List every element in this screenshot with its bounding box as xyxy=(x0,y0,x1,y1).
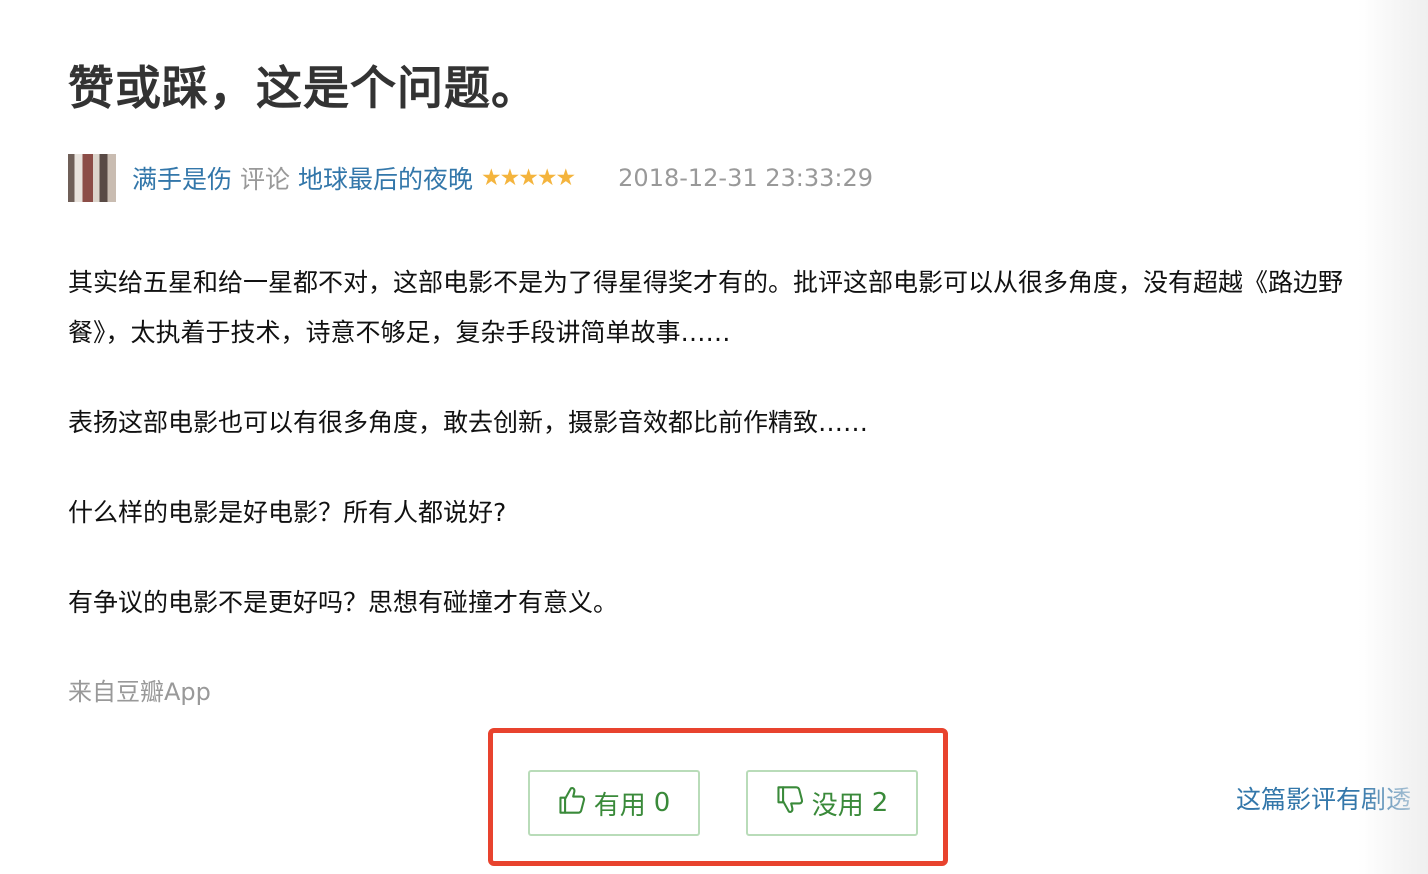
review-meta: 满手是伤 评论 地球最后的夜晚 ★★★★★ 2018-12-31 23:33:2… xyxy=(68,154,873,202)
thumbs-up-icon xyxy=(558,785,594,822)
review-paragraph: 什么样的电影是好电影？所有人都说好? xyxy=(68,498,507,527)
avatar[interactable] xyxy=(68,154,116,202)
thumbs-down-icon xyxy=(776,785,812,822)
review-paragraph: 有争议的电影不是更好吗？思想有碰撞才有意义。 xyxy=(68,588,619,617)
useless-count: 2 xyxy=(871,788,889,818)
movie-link[interactable]: 地球最后的夜晚 xyxy=(298,160,473,196)
review-title: 赞或踩，这是个问题。 xyxy=(68,61,538,115)
author-link[interactable]: 满手是伤 xyxy=(132,160,232,196)
review-paragraph: 其实给五星和给一星都不对，这部电影不是为了得星得奖才有的。批评这部电影可以从很多… xyxy=(68,268,1344,347)
useful-button[interactable]: 有用 0 xyxy=(528,770,700,836)
useful-label: 有用 xyxy=(593,790,646,821)
review-timestamp: 2018-12-31 23:33:29 xyxy=(618,164,874,192)
useful-count: 0 xyxy=(653,788,671,818)
rating-stars-icon: ★★★★★ xyxy=(481,165,576,191)
review-action-label: 评论 xyxy=(240,165,291,194)
review-source: 来自豆瓣App xyxy=(68,678,211,706)
useless-button[interactable]: 没用 2 xyxy=(746,770,918,836)
review-content: 其实给五星和给一星都不对，这部电影不是为了得星得奖才有的。批评这部电影可以从很多… xyxy=(68,258,1388,668)
useless-label: 没用 xyxy=(811,790,864,821)
review-page: 赞或踩，这是个问题。 满手是伤 评论 地球最后的夜晚 ★★★★★ 2018-12… xyxy=(0,0,1428,874)
spoiler-report-link[interactable]: 这篇影评有剧透 xyxy=(1236,780,1411,816)
review-paragraph: 表扬这部电影也可以有很多角度，敢去创新，摄影音效都比前作精致…… xyxy=(68,408,869,437)
